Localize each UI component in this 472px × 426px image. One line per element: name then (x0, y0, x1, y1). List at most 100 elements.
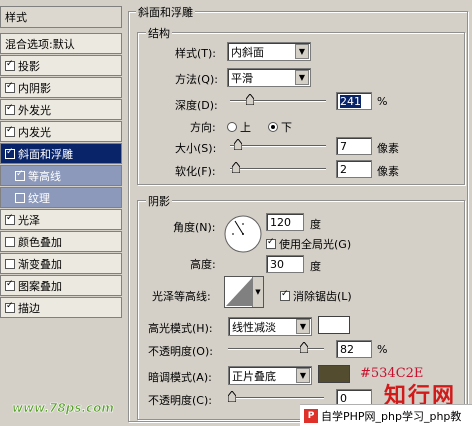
altitude-label: 高度: (190, 258, 216, 271)
slider-thumb-icon[interactable] (245, 94, 254, 105)
sidebar-item-label: 图案叠加 (18, 279, 62, 293)
shadow-mode-value: 正片叠底 (232, 369, 276, 383)
sidebar-item[interactable]: 光泽 (0, 209, 122, 230)
shadow-opacity-label: 不透明度(C): (148, 394, 212, 407)
checkbox-icon[interactable] (5, 279, 15, 291)
styles-header[interactable]: 样式 (0, 6, 122, 28)
sidebar-item-label: 外发光 (18, 103, 51, 117)
checkbox-icon[interactable] (5, 236, 15, 247)
styles-title: 样式 (5, 11, 27, 24)
altitude-unit: 度 (310, 260, 321, 273)
bevel-emboss-title: 斜面和浮雕 (136, 4, 195, 20)
sidebar-item[interactable]: 内发光 (0, 121, 122, 142)
slider-thumb-icon[interactable] (233, 139, 242, 150)
sidebar-item-label: 内发光 (18, 125, 51, 139)
slider-thumb-icon[interactable] (300, 342, 309, 353)
sidebar-item[interactable]: 斜面和浮雕 (0, 143, 122, 164)
checkbox-icon[interactable] (5, 81, 15, 93)
chevron-down-icon: ▼ (296, 368, 310, 383)
soften-slider[interactable] (230, 162, 326, 173)
depth-unit: % (377, 95, 388, 108)
sidebar-item-label: 等高线 (28, 169, 61, 183)
site-logo-icon: P (304, 408, 318, 423)
direction-down-radio[interactable]: 下 (268, 119, 292, 135)
shading-title: 阴影 (146, 193, 172, 209)
anti-alias-checkbox[interactable]: 消除锯齿(L) (280, 288, 352, 304)
sidebar-item[interactable]: 颜色叠加 (0, 231, 122, 252)
chevron-down-icon: ▼ (295, 70, 309, 85)
checkbox-icon[interactable] (15, 192, 25, 203)
altitude-value: 30 (270, 257, 284, 271)
style-label: 样式(T): (175, 47, 217, 60)
sidebar-item-label: 渐变叠加 (18, 257, 62, 271)
watermark-logo: www.78ps.com (10, 397, 122, 419)
angle-input[interactable]: 120 (266, 213, 304, 231)
watermark-icon: www.78ps.com (12, 401, 115, 416)
slider-thumb-icon[interactable] (231, 162, 240, 173)
blending-options-item[interactable]: 混合选项:默认 (0, 33, 122, 54)
sidebar-item[interactable]: 外发光 (0, 99, 122, 120)
checkbox-icon[interactable] (15, 169, 25, 181)
altitude-input[interactable]: 30 (266, 255, 304, 273)
styles-sidebar: 样式 混合选项:默认 投影内阴影外发光内发光斜面和浮雕等高线纹理光泽颜色叠加渐变… (0, 0, 124, 426)
depth-input[interactable]: 241 (336, 92, 372, 110)
checkbox-icon (280, 289, 290, 301)
sidebar-item[interactable]: 渐变叠加 (0, 253, 122, 274)
structure-title: 结构 (146, 25, 172, 41)
chevron-down-icon: ▼ (296, 319, 310, 334)
checkbox-icon (266, 237, 276, 249)
angle-dial-icon[interactable] (224, 215, 262, 253)
size-unit: 像素 (377, 142, 399, 155)
soften-input[interactable]: 2 (336, 160, 372, 178)
sidebar-item-label: 投影 (18, 59, 40, 73)
sidebar-item-label: 内阴影 (18, 81, 51, 95)
checkbox-icon[interactable] (5, 213, 15, 225)
sidebar-item[interactable]: 图案叠加 (0, 275, 122, 296)
highlight-opacity-slider[interactable] (228, 342, 324, 353)
highlight-mode-select[interactable]: 线性减淡 ▼ (228, 317, 312, 336)
direction-label: 方向: (190, 121, 216, 134)
size-input[interactable]: 7 (336, 137, 372, 155)
sidebar-item-label: 纹理 (28, 191, 50, 205)
shadow-opacity-value: 0 (340, 391, 347, 405)
highlight-opacity-input[interactable]: 82 (336, 340, 372, 358)
sidebar-item[interactable]: 内阴影 (0, 77, 122, 98)
depth-slider[interactable] (230, 94, 326, 105)
checkbox-icon[interactable] (5, 59, 15, 71)
checkbox-icon[interactable] (5, 258, 15, 269)
sidebar-item-label: 光泽 (18, 213, 40, 227)
direction-up-radio[interactable]: 上 (227, 119, 251, 135)
angle-label: 角度(N): (173, 221, 216, 234)
anti-alias-label: 消除锯齿(L) (293, 290, 352, 303)
highlight-color-swatch[interactable] (318, 316, 350, 334)
gloss-contour-picker[interactable]: ▼ (224, 276, 264, 308)
sidebar-item[interactable]: 投影 (0, 55, 122, 76)
checkbox-icon[interactable] (5, 301, 15, 313)
sidebar-item[interactable]: 描边 (0, 297, 122, 318)
sidebar-item[interactable]: 等高线 (0, 165, 122, 186)
slider-thumb-icon[interactable] (228, 391, 236, 402)
checkbox-icon[interactable] (5, 147, 15, 159)
checkbox-icon[interactable] (5, 125, 15, 137)
site-banner: P 自学PHP网_php学习_php教 (300, 404, 472, 426)
highlight-opacity-label: 不透明度(O): (148, 345, 213, 358)
site-banner-text: 自学PHP网_php学习_php教 (321, 409, 462, 423)
shadow-opacity-slider[interactable] (228, 391, 324, 402)
checkbox-icon[interactable] (5, 103, 15, 115)
technique-select[interactable]: 平滑 ▼ (227, 68, 311, 87)
highlight-mode-value: 线性减淡 (232, 320, 276, 334)
shadow-color-swatch[interactable] (318, 365, 350, 383)
watermark-text: www.78ps.com (12, 401, 114, 415)
radio-on-icon (268, 122, 278, 132)
chevron-down-icon[interactable]: ▼ (252, 277, 263, 307)
soften-value: 2 (340, 162, 347, 176)
shadow-mode-select[interactable]: 正片叠底 ▼ (228, 366, 312, 385)
style-select[interactable]: 内斜面 ▼ (227, 42, 311, 61)
technique-value: 平滑 (231, 71, 253, 85)
global-light-checkbox[interactable]: 使用全局光(G) (266, 236, 351, 252)
style-value: 内斜面 (231, 45, 264, 59)
size-slider[interactable] (230, 139, 326, 150)
highlight-mode-label: 高光模式(H): (148, 322, 213, 335)
sidebar-item[interactable]: 纹理 (0, 187, 122, 208)
sidebar-item-label: 斜面和浮雕 (18, 147, 73, 161)
